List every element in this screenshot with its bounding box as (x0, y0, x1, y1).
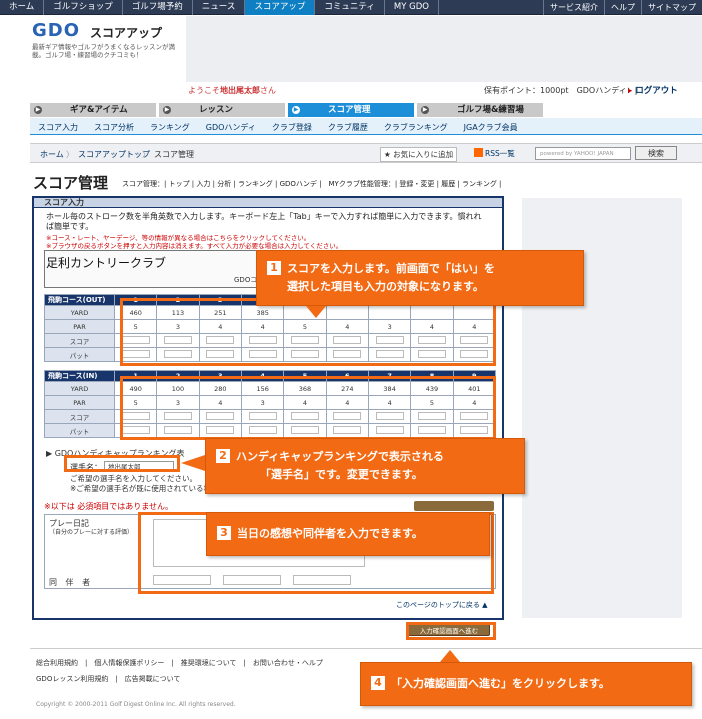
subnav-ranking[interactable]: ランキング (150, 118, 206, 134)
breadcrumb-parent[interactable]: スコアアップトップ (78, 149, 150, 160)
form-intro: ホール毎のストローク数を半角英数で入力します。キーボード左上「Tab」キーで入力… (46, 212, 482, 231)
topnav-scoreup[interactable]: スコアアップ (245, 0, 316, 15)
companion-label: 同 伴 者 (49, 578, 94, 587)
chevron-right-icon: ▶ (421, 106, 429, 114)
callout-1: 1 スコアを入力します。前画面で「はい」を 選択した項目も入力の対象になります。 (256, 250, 584, 306)
subnav-club-rank[interactable]: クラブランキング (384, 118, 464, 134)
diary-sub-label: （自分のプレーに対する評価） (49, 529, 134, 536)
back-to-top-link[interactable]: このページのトップに戻る ▲ (396, 600, 488, 610)
arrow-up-icon: ▲ (482, 601, 488, 609)
highlight-in-inputs (120, 376, 496, 440)
bookmark-button[interactable]: ★ お気に入りに追加 (380, 147, 458, 162)
copyright: Copyright © 2000-2011 Golf Digest Online… (36, 701, 236, 708)
subnav-analysis[interactable]: スコア分析 (94, 118, 150, 134)
callout-3: 3 当日の感想や同伴者を入力できます。 (206, 512, 490, 556)
welcome-text: ようこそ地出尾太郎さん (188, 86, 276, 95)
footer-divider (30, 648, 702, 649)
out-course-name: 飛駒コース(OUT) (44, 294, 115, 306)
subnav-jga[interactable]: JGAクラブ会員 (464, 118, 534, 134)
category-tabs: ▶ ギア&アイテム ▶ レッスン ▶ スコア管理 ▶ ゴルフ場&練習場 (30, 103, 702, 117)
course-name: 足利カントリークラブ (46, 256, 167, 270)
topnav-help[interactable]: ヘルプ (604, 0, 641, 15)
top-nav: ホーム ゴルフショップ ゴルフ場予約 ニュース スコアアップ コミュニティ MY… (0, 0, 702, 15)
sub-nav: スコア入力 スコア分析 ランキング GDOハンディ クラブ登録 クラブ履歴 クラ… (30, 118, 702, 135)
callout-1-pointer (306, 306, 326, 318)
chevron-right-icon: ▶ (163, 106, 171, 114)
page-title: スコア管理 (33, 174, 109, 192)
callout-number: 3 (217, 526, 231, 540)
callout-number: 2 (216, 449, 230, 463)
topnav-home[interactable]: ホーム (0, 0, 45, 15)
footer-links-1[interactable]: 総合利用規約 | 個人情報保護ポリシー | 推奨環境について | お問い合わせ・… (36, 658, 323, 668)
confirm-button-top[interactable] (414, 501, 494, 511)
callout-4: 4 「入力確認画面へ進む」をクリックします。 (360, 662, 692, 706)
callout-4-pointer (440, 650, 460, 662)
search-input[interactable]: powered by YAHOO! JAPAN (535, 147, 631, 160)
callout-2-pointer (181, 455, 205, 471)
ad-banner[interactable] (186, 16, 702, 82)
rss-icon (474, 148, 483, 157)
callout-number: 4 (371, 676, 385, 690)
tab-lesson[interactable]: ▶ レッスン (159, 103, 285, 117)
star-icon: ★ (384, 150, 391, 159)
callout-2: 2 ハンディキャップランキングで表示される 「選手名」です。変更できます。 (205, 438, 525, 494)
user-name: 地出尾太郎 (220, 86, 260, 95)
highlight-player-name (64, 455, 180, 472)
subnav-club-reg[interactable]: クラブ登録 (272, 118, 328, 134)
subnav-handicap[interactable]: GDOハンディ (206, 118, 272, 134)
subnav-input[interactable]: スコア入力 (38, 118, 94, 134)
topnav-sitemap[interactable]: サイトマップ (641, 0, 702, 15)
topnav-service[interactable]: サービス紹介 (543, 0, 604, 15)
page-links[interactable]: スコア管理：| トップ | 入力 | 分析 | ランキング | GDOハンデ |… (122, 179, 501, 189)
form-notes: ※コース・レート、ヤーデージ、等の情報が異なる場合はこちらをクリックしてください… (46, 234, 343, 250)
rss-link[interactable]: RSS一覧 (474, 148, 515, 159)
gdo-logo[interactable]: GDO (32, 20, 80, 41)
topnav-community[interactable]: コミュニティ (315, 0, 385, 15)
highlight-confirm (406, 622, 496, 640)
footer-links-2[interactable]: GDOレッスン利用規約 | 広告掲載について (36, 674, 180, 684)
tagline: 最新ギア情報やゴルフがうまくなるレッスンが満載。ゴルフ場・練習場のクチコミも！ (32, 43, 175, 59)
topnav-news[interactable]: ニュース (193, 0, 246, 15)
topnav-shop[interactable]: ゴルフショップ (44, 0, 123, 15)
tab-score[interactable]: ▶ スコア管理 (288, 103, 414, 117)
tab-course[interactable]: ▶ ゴルフ場&練習場 (417, 103, 543, 117)
form-header: スコア入力 (34, 198, 502, 208)
points-info: 保有ポイント：1000pt GDOハンディ：| (484, 86, 638, 95)
in-course-name: 飛駒コース(IN) (44, 370, 115, 382)
chevron-right-icon: ▶ (34, 106, 42, 114)
topnav-mygdo[interactable]: MY GDO (385, 0, 439, 15)
subnav-club-hist[interactable]: クラブ履歴 (328, 118, 384, 134)
callout-number: 1 (267, 261, 281, 275)
search-button[interactable]: 検索 (635, 146, 677, 160)
breadcrumb-home[interactable]: ホーム (40, 149, 64, 160)
chevron-right-icon: ▶ (292, 106, 300, 114)
topnav-reserve[interactable]: ゴルフ場予約 (123, 0, 193, 15)
optional-note: ※以下は 必須項目ではありません。 (44, 502, 174, 511)
breadcrumb-current: スコア管理 (154, 150, 194, 159)
tab-gear[interactable]: ▶ ギア&アイテム (30, 103, 156, 117)
site-name: スコアアップ (90, 26, 163, 40)
logout-link[interactable]: ▸ ログアウト (628, 84, 678, 96)
breadcrumb: ホーム 〉 スコアアップトップ 〉 スコア管理 ★ お気に入りに追加 RSS一覧… (30, 143, 702, 163)
